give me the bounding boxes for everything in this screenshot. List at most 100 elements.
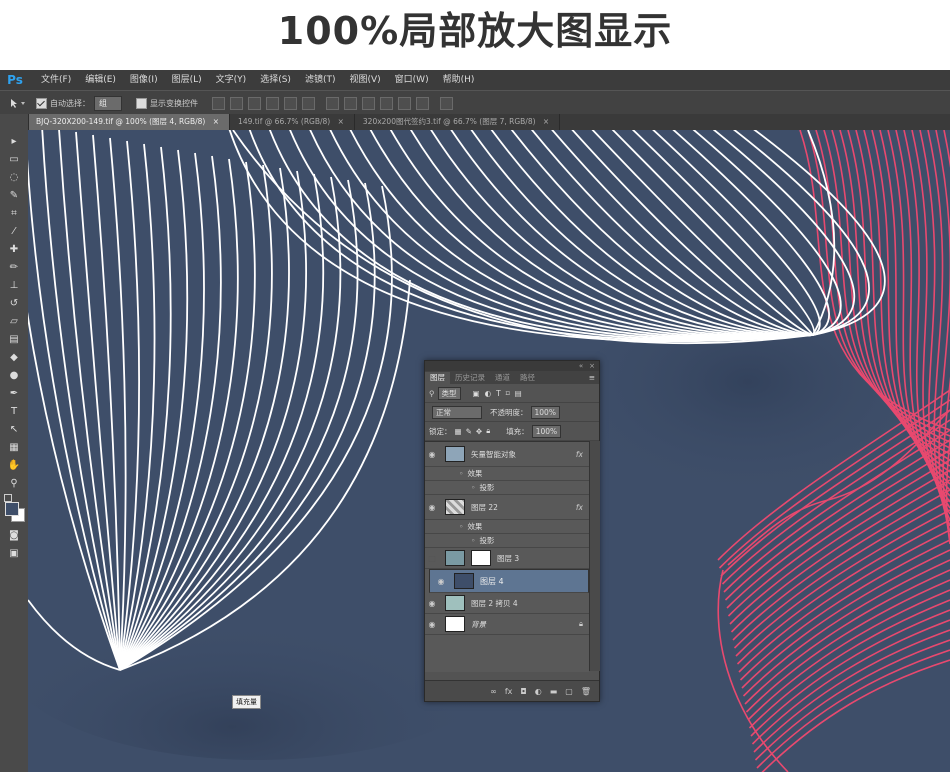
align-right-icon[interactable] [302, 96, 315, 110]
panel-titlebar[interactable]: « × [425, 361, 599, 371]
distribute-top-icon[interactable] [326, 96, 339, 110]
shape-tool-icon[interactable]: ▦ [6, 440, 22, 454]
close-icon[interactable]: × [213, 117, 219, 126]
auto-select-option[interactable]: 自动选择： 组 [36, 95, 122, 111]
healing-brush-tool-icon[interactable]: ✚ [6, 242, 22, 256]
blur-tool-icon[interactable]: ◆ [6, 350, 22, 364]
layer-row[interactable]: ◉ 图层 22 fx [425, 495, 589, 520]
filter-smart-icon[interactable]: ▤ [515, 389, 522, 398]
filter-kind-dropdown[interactable]: 类型 [437, 386, 461, 400]
effect-eye-icon[interactable]: ◦ [471, 536, 475, 545]
visibility-eye-icon[interactable]: ◉ [425, 620, 439, 629]
lock-pixels-icon[interactable]: ✎ [466, 427, 472, 436]
align-hcenter-icon[interactable] [284, 96, 297, 110]
menu-file[interactable]: 文件(F) [34, 70, 78, 90]
align-top-icon[interactable] [212, 96, 225, 110]
layer-row[interactable]: □ 图层 3 [425, 548, 589, 569]
layers-scrollbar[interactable] [589, 441, 600, 671]
history-brush-tool-icon[interactable]: ↺ [6, 296, 22, 310]
distribute-left-icon[interactable] [380, 96, 393, 110]
hand-tool-icon[interactable]: ✋ [6, 458, 22, 472]
doc-tab-3[interactable]: 320x200图代签约3.tif @ 66.7% (图层 7, RGB/8) × [355, 114, 561, 130]
layer-row[interactable]: ◉ 矢量智能对象 fx [425, 442, 589, 467]
filter-adjust-icon[interactable]: ◐ [485, 389, 492, 398]
visibility-eye-icon[interactable]: ◉ [425, 599, 439, 608]
menu-view[interactable]: 视图(V) [342, 70, 387, 90]
menu-type[interactable]: 文字(Y) [209, 70, 254, 90]
close-panel-icon[interactable]: × [589, 362, 595, 370]
lock-all-icon[interactable]: 🔒︎ [486, 426, 490, 436]
visibility-eye-icon[interactable]: ◉ [425, 503, 439, 512]
gradient-tool-icon[interactable]: ▤ [6, 332, 22, 346]
add-style-icon[interactable]: fx [505, 687, 513, 696]
type-tool-icon[interactable]: T [6, 404, 22, 418]
auto-select-dropdown[interactable]: 组 [94, 95, 122, 111]
visibility-eye-icon[interactable]: ◉ [434, 577, 448, 586]
clone-stamp-tool-icon[interactable]: ⊥ [6, 278, 22, 292]
close-icon[interactable]: × [338, 117, 344, 126]
filter-pixel-icon[interactable]: ▣ [473, 389, 480, 398]
opacity-input[interactable]: 100% [530, 405, 560, 419]
fill-input[interactable]: 100% [531, 424, 562, 438]
brush-tool-icon[interactable]: ✏ [6, 260, 22, 274]
lock-position-icon[interactable]: ✥ [476, 427, 482, 436]
panel-menu-icon[interactable]: ≡ [589, 372, 595, 384]
layer-row[interactable]: ◉ 图层 2 拷贝 4 [425, 593, 589, 614]
visibility-eye-icon[interactable]: □ [425, 554, 439, 563]
fx-badge[interactable]: fx [576, 450, 583, 459]
swap-colors-icon[interactable] [4, 494, 12, 502]
add-mask-icon[interactable]: ◘ [520, 687, 526, 696]
delete-layer-icon[interactable]: 🗑︎ [581, 687, 591, 696]
menu-window[interactable]: 窗口(W) [388, 70, 436, 90]
close-icon[interactable]: × [543, 117, 549, 126]
eyedropper-tool-icon[interactable]: ⁄ [6, 224, 22, 238]
quick-select-tool-icon[interactable]: ✎ [6, 188, 22, 202]
doc-tab-2[interactable]: 149.tif @ 66.7% (RGB/8) × [230, 114, 355, 130]
new-group-icon[interactable]: ▬ [550, 687, 558, 696]
tab-history[interactable]: 历史记录 [450, 372, 490, 384]
distribute-hcenter-icon[interactable] [398, 96, 411, 110]
filter-shape-icon[interactable]: ⌑ [506, 389, 510, 398]
menu-edit[interactable]: 编辑(E) [78, 70, 123, 90]
auto-align-icon[interactable] [440, 96, 453, 110]
menu-filter[interactable]: 滤镜(T) [298, 70, 343, 90]
align-bottom-icon[interactable] [248, 96, 261, 110]
tab-channels[interactable]: 通道 [490, 372, 515, 384]
lock-transparent-icon[interactable]: ▦ [455, 427, 462, 436]
distribute-right-icon[interactable] [416, 96, 429, 110]
quick-mask-icon[interactable]: ◙ [6, 528, 22, 542]
dodge-tool-icon[interactable]: ● [6, 368, 22, 382]
auto-select-checkbox[interactable] [36, 97, 47, 109]
show-transform-option[interactable]: 显示变换控件 [136, 97, 198, 109]
crop-tool-icon[interactable]: ⌗ [6, 206, 22, 220]
effect-eye-icon[interactable]: ◦ [471, 483, 475, 492]
move-tool-preset[interactable] [8, 97, 28, 109]
show-transform-checkbox[interactable] [136, 97, 147, 109]
menu-help[interactable]: 帮助(H) [436, 70, 482, 90]
distribute-bottom-icon[interactable] [362, 96, 375, 110]
align-left-icon[interactable] [266, 96, 279, 110]
tab-paths[interactable]: 路径 [515, 372, 540, 384]
layer-row[interactable]: ◉ 背景 🔒︎ [425, 614, 589, 635]
align-vcenter-icon[interactable] [230, 96, 243, 110]
distribute-vcenter-icon[interactable] [344, 96, 357, 110]
move-tool-icon[interactable]: ▸ [6, 134, 22, 148]
marquee-tool-icon[interactable]: ▭ [6, 152, 22, 166]
menu-image[interactable]: 图像(I) [123, 70, 165, 90]
zoom-tool-icon[interactable]: ⚲ [6, 476, 22, 490]
screen-mode-icon[interactable]: ▣ [6, 546, 22, 560]
tab-layers[interactable]: 图层 [425, 372, 450, 384]
link-layers-icon[interactable]: ∞ [490, 687, 497, 696]
menu-select[interactable]: 选择(S) [253, 70, 298, 90]
lasso-tool-icon[interactable]: ◌ [6, 170, 22, 184]
new-layer-icon[interactable]: ▢ [565, 687, 573, 696]
effects-eye-icon[interactable]: ◦ [459, 469, 463, 478]
blend-mode-dropdown[interactable]: 正常 [432, 405, 482, 419]
path-select-tool-icon[interactable]: ↖ [6, 422, 22, 436]
pen-tool-icon[interactable]: ✒ [6, 386, 22, 400]
adjustment-layer-icon[interactable]: ◐ [535, 687, 542, 696]
visibility-eye-icon[interactable]: ◉ [425, 450, 439, 459]
filter-type-icon[interactable]: T [496, 389, 501, 398]
layer-row-selected[interactable]: ◉ 图层 4 [429, 569, 589, 593]
collapse-icon[interactable]: « [579, 362, 583, 370]
